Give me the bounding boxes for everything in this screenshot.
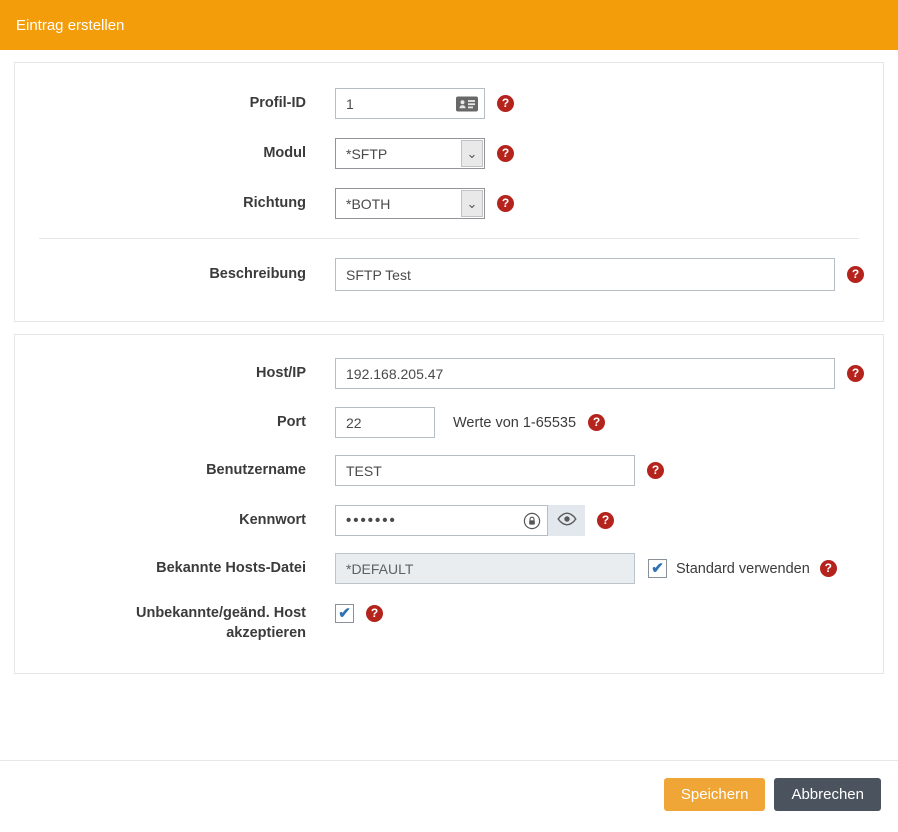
kennwort-label: Kennwort (15, 511, 306, 531)
port-row: Port Werte von 1-65535 ? (15, 407, 883, 438)
section-divider (39, 238, 859, 239)
checkmark-icon: ✔ (338, 606, 351, 621)
help-icon[interactable]: ? (497, 195, 514, 212)
chevron-down-icon: ⌄ (461, 190, 483, 217)
dialog-titlebar: Eintrag erstellen (0, 0, 898, 50)
dialog-title: Eintrag erstellen (16, 17, 124, 34)
help-icon[interactable]: ? (497, 145, 514, 162)
eye-icon (557, 512, 577, 529)
cancel-button[interactable]: Abbrechen (774, 778, 881, 811)
port-range-hint: Werte von 1-65535 (453, 415, 576, 431)
profil-id-label: Profil-ID (15, 94, 306, 114)
known-hosts-row: Bekannte Hosts-Datei ✔ Standard verwende… (15, 553, 883, 584)
profil-id-row: Profil-ID ? (15, 88, 883, 119)
use-default-checkbox[interactable]: ✔ (648, 559, 667, 578)
richtung-selected-value: *BOTH (336, 189, 460, 218)
benutzername-row: Benutzername ? (15, 455, 883, 486)
richtung-select[interactable]: *BOTH ⌄ (335, 188, 485, 219)
accept-host-checkbox[interactable]: ✔ (335, 604, 354, 623)
benutzername-input[interactable] (335, 455, 635, 486)
benutzername-label: Benutzername (15, 461, 306, 481)
connection-section: Host/IP ? Port Werte von 1-65535 ? Benut… (14, 334, 884, 674)
help-icon[interactable]: ? (588, 414, 605, 431)
footer-actions: Speichern Abbrechen (0, 761, 898, 811)
help-icon[interactable]: ? (820, 560, 837, 577)
host-label: Host/IP (15, 364, 306, 384)
richtung-label: Richtung (15, 194, 306, 214)
beschreibung-row: Beschreibung ? (15, 258, 883, 291)
profile-section: Profil-ID ? Modul (14, 62, 884, 322)
show-password-button[interactable] (548, 505, 585, 536)
modul-row: Modul *SFTP ⌄ ? (15, 138, 883, 169)
port-label: Port (15, 413, 306, 433)
port-input[interactable] (335, 407, 435, 438)
modul-selected-value: *SFTP (336, 139, 460, 168)
host-input[interactable] (335, 358, 835, 389)
host-row: Host/IP ? (15, 358, 883, 389)
help-icon[interactable]: ? (497, 95, 514, 112)
beschreibung-input[interactable] (335, 258, 835, 291)
use-default-checkbox-label: Standard verwenden (676, 561, 810, 577)
modul-select[interactable]: *SFTP ⌄ (335, 138, 485, 169)
richtung-row: Richtung *BOTH ⌄ ? (15, 188, 883, 219)
password-manager-icon[interactable] (523, 512, 541, 530)
kennwort-row: Kennwort (15, 505, 883, 536)
accept-host-label: Unbekannte/geänd. Host akzeptieren (15, 604, 306, 643)
modul-label: Modul (15, 144, 306, 164)
accept-host-row: Unbekannte/geänd. Host akzeptieren ✔ ? (15, 604, 883, 643)
checkmark-icon: ✔ (651, 561, 664, 576)
help-icon[interactable]: ? (647, 462, 664, 479)
id-card-icon (456, 96, 478, 111)
chevron-down-icon: ⌄ (461, 140, 483, 167)
help-icon[interactable]: ? (366, 605, 383, 622)
help-icon[interactable]: ? (597, 512, 614, 529)
help-icon[interactable]: ? (847, 266, 864, 283)
known-hosts-label: Bekannte Hosts-Datei (15, 559, 306, 579)
kennwort-input[interactable] (335, 505, 548, 536)
beschreibung-label: Beschreibung (15, 265, 306, 285)
save-button[interactable]: Speichern (664, 778, 766, 811)
known-hosts-input (335, 553, 635, 584)
help-icon[interactable]: ? (847, 365, 864, 382)
